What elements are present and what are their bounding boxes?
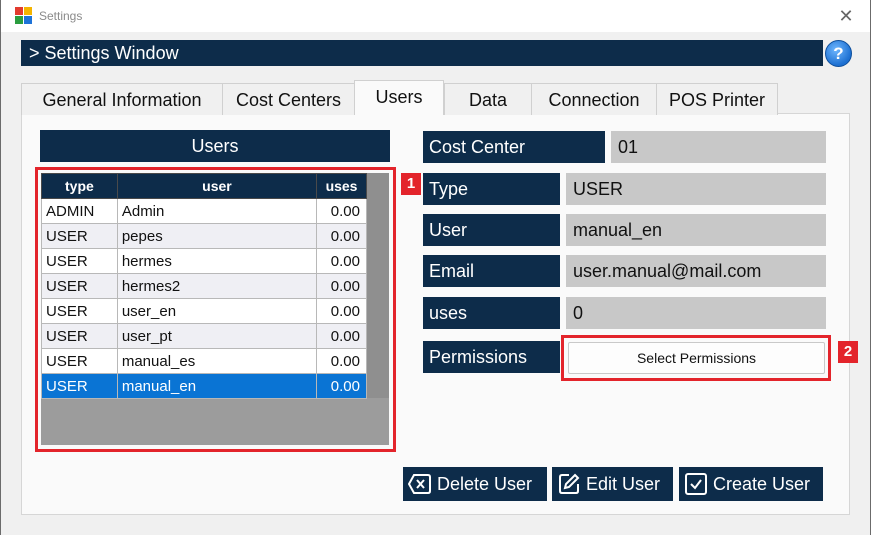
user-label: User	[423, 214, 560, 246]
callout-number-2: 2	[838, 341, 858, 363]
close-button[interactable]: ✕	[832, 4, 860, 28]
user-value: manual_en	[566, 214, 826, 246]
uses-value: 0	[566, 297, 826, 329]
settings-header: > Settings Window	[21, 40, 823, 66]
tab-connection[interactable]: Connection	[531, 83, 657, 115]
permissions-label: Permissions	[423, 341, 560, 373]
callout-number-1: 1	[401, 173, 421, 195]
create-user-button[interactable]: Create User	[679, 467, 823, 501]
app-logo-icon	[15, 7, 33, 25]
email-label: Email	[423, 255, 560, 287]
tab-users[interactable]: Users	[354, 80, 444, 115]
cost-center-label: Cost Center	[423, 131, 605, 163]
users-list-header: Users	[40, 130, 390, 162]
help-icon[interactable]: ?	[825, 40, 852, 67]
delete-user-label: Delete User	[437, 474, 533, 494]
create-user-label: Create User	[713, 474, 811, 494]
type-value: USER	[566, 173, 826, 205]
settings-window: Settings ✕ > Settings Window ? General I…	[0, 0, 871, 535]
edit-user-label: Edit User	[586, 474, 661, 494]
edit-user-button[interactable]: Edit User	[552, 467, 673, 501]
tab-cost-centers[interactable]: Cost Centers	[222, 83, 355, 115]
delete-user-button[interactable]: Delete User	[403, 467, 547, 501]
uses-label: uses	[423, 297, 560, 329]
check-box-icon	[685, 473, 707, 495]
cost-center-value: 01	[611, 131, 826, 163]
delete-icon	[408, 474, 431, 494]
title-bar: Settings ✕	[1, 0, 870, 32]
email-value: user.manual@mail.com	[566, 255, 826, 287]
type-label: Type	[423, 173, 560, 205]
tab-pos-printer[interactable]: POS Printer	[656, 83, 778, 115]
tab-general-information[interactable]: General Information	[21, 83, 223, 115]
callout-box-users-grid	[35, 167, 396, 452]
edit-icon	[559, 473, 580, 494]
window-title: Settings	[39, 9, 83, 23]
tab-data[interactable]: Data	[444, 83, 532, 115]
callout-box-permissions	[561, 335, 831, 381]
